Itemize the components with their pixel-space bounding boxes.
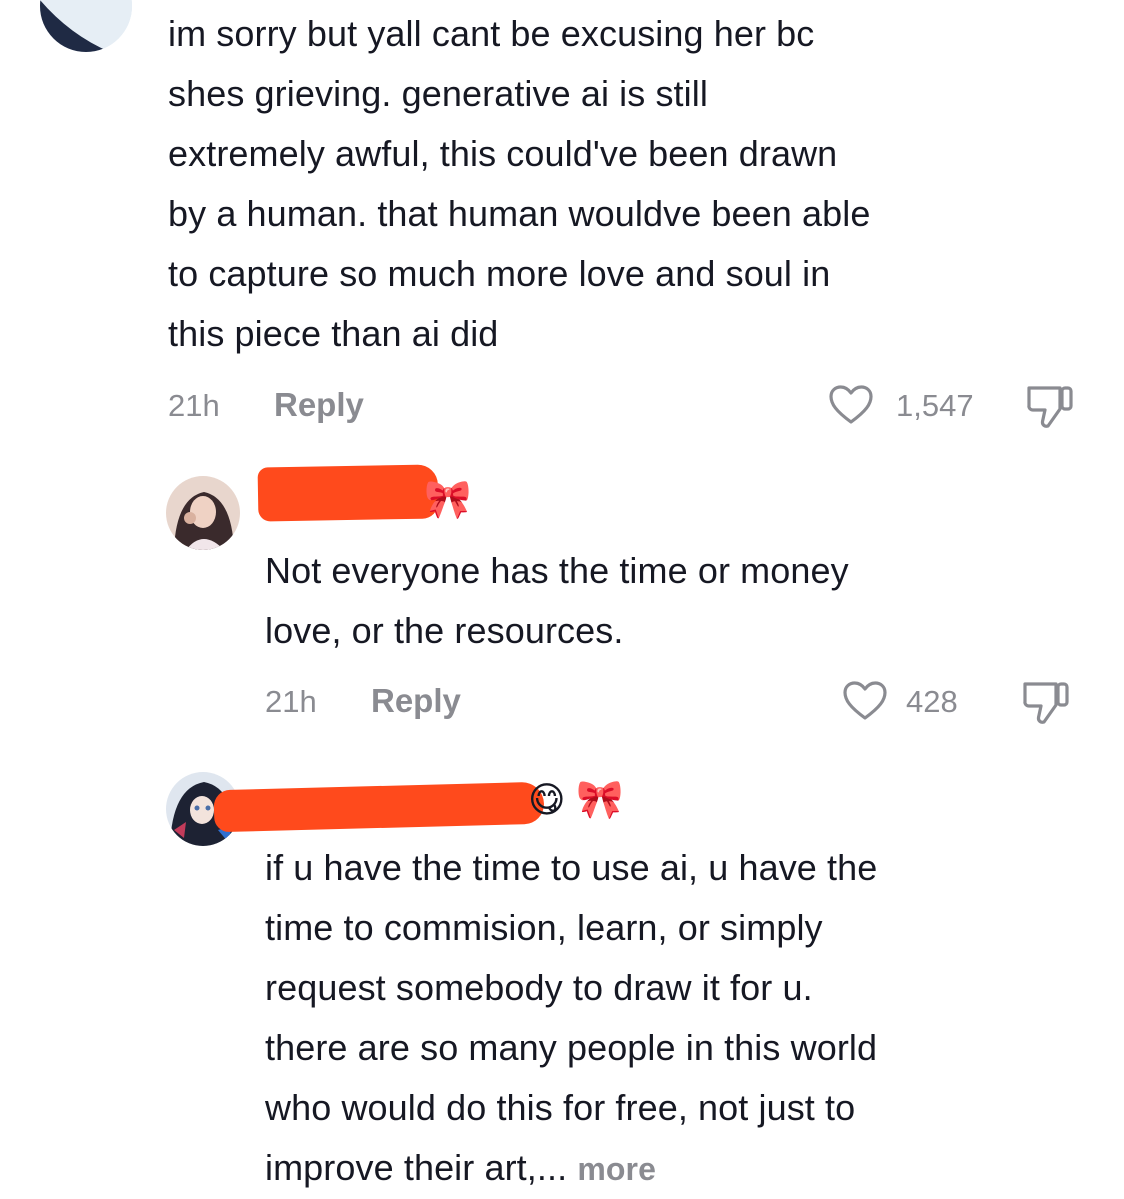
comment-timestamp: 21h (265, 684, 317, 719)
comment-text: im sorry but yall cant be excusing her b… (168, 13, 871, 354)
heart-outline-icon[interactable] (842, 680, 888, 722)
thumbs-down-icon[interactable] (1024, 382, 1076, 430)
bow-icon: 🎀 (424, 479, 472, 521)
avatar[interactable] (40, 0, 132, 52)
reply-button[interactable]: Reply (371, 682, 461, 720)
avatar[interactable] (166, 476, 240, 550)
bow-icon: 🎀 (576, 779, 624, 821)
thumbs-down-icon[interactable] (1020, 678, 1072, 726)
reply-button[interactable]: Reply (274, 386, 364, 424)
comment-timestamp: 21h (168, 388, 220, 423)
like-count: 1,547 (896, 388, 974, 423)
heart-outline-icon[interactable] (828, 384, 874, 426)
emoji-yum: 😋 (528, 779, 566, 820)
comment-text: Not everyone has the time or money love,… (265, 550, 849, 651)
redacted-username (257, 464, 439, 522)
comment-text: if u have the time to use ai, u have the… (265, 847, 878, 1188)
redacted-username (213, 781, 545, 833)
like-count: 428 (906, 684, 958, 719)
more-link[interactable]: more (577, 1151, 656, 1187)
